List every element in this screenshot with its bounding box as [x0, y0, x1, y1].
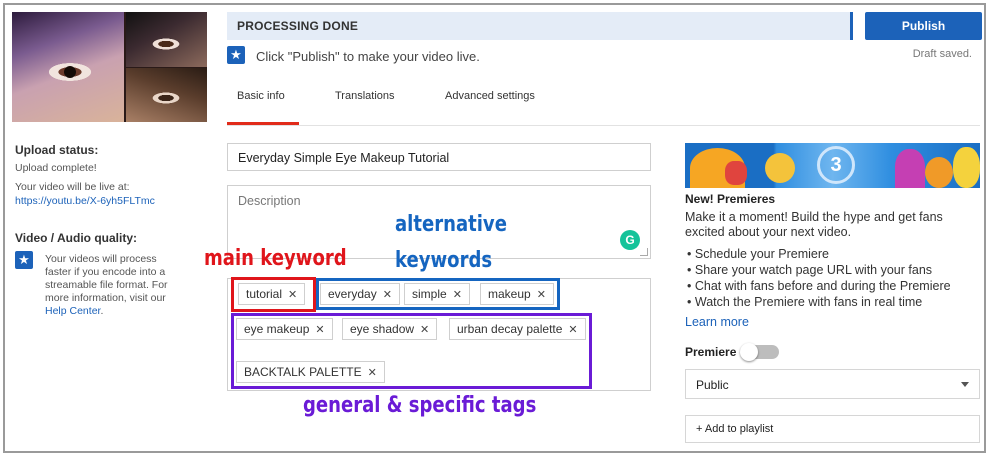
tab-basic-info[interactable]: Basic info	[237, 90, 285, 102]
title-input[interactable]: Everyday Simple Eye Makeup Tutorial	[227, 143, 651, 171]
banner-character	[925, 157, 953, 188]
video-thumbnail[interactable]	[12, 12, 207, 122]
thumbnail-eye-top	[126, 12, 207, 67]
banner-character	[765, 153, 795, 183]
general-tags-highlight	[231, 313, 592, 389]
alternative-keywords-highlight	[316, 278, 560, 310]
live-at-text: Your video will be live at:	[15, 181, 130, 193]
banner-character	[725, 161, 747, 185]
thumbnail-eye-bottom	[126, 68, 207, 122]
draft-status: Draft saved.	[912, 48, 972, 60]
visibility-value: Public	[696, 378, 729, 392]
resize-handle[interactable]	[640, 248, 648, 256]
help-center-link[interactable]: Help Center	[45, 305, 100, 317]
quality-info-text: Your videos will process faster if you e…	[45, 253, 168, 304]
premieres-feature-list: • Schedule your Premiere • Share your wa…	[687, 246, 951, 310]
quality-info: Your videos will process faster if you e…	[45, 253, 180, 318]
banner-character	[895, 149, 925, 188]
upload-status-heading: Upload status:	[15, 143, 99, 157]
banner-character	[953, 147, 980, 188]
description-placeholder: Description	[238, 194, 301, 208]
list-item: • Schedule your Premiere	[687, 247, 829, 261]
processing-status-text: PROCESSING DONE	[237, 19, 359, 33]
alternative-label-line1: alternative	[395, 212, 507, 237]
premiere-toggle[interactable]	[740, 343, 779, 361]
publish-hint: Click "Publish" to make your video live.	[256, 49, 480, 64]
star-icon: ★	[227, 46, 245, 64]
learn-more-link[interactable]: Learn more	[685, 315, 749, 329]
premieres-description: Make it a moment! Build the hype and get…	[685, 210, 943, 239]
video-url-link[interactable]: https://youtu.be/X-6yh5FLTmc	[15, 195, 155, 207]
premieres-banner: 3	[685, 143, 980, 188]
add-to-playlist-button[interactable]: + Add to playlist	[685, 415, 980, 443]
list-item-text: Share your watch page URL with your fans	[694, 263, 933, 277]
processing-status-bar: PROCESSING DONE	[227, 12, 853, 40]
list-item-text: Schedule your Premiere	[694, 247, 829, 261]
star-icon: ★	[15, 251, 33, 269]
upload-complete-text: Upload complete!	[15, 162, 97, 174]
list-item-text: Chat with fans before and during the Pre…	[694, 279, 951, 293]
publish-button[interactable]: Publish	[865, 12, 982, 40]
list-item: • Chat with fans before and during the P…	[687, 279, 951, 293]
visibility-select[interactable]: Public	[685, 369, 980, 399]
countdown-circle: 3	[817, 146, 855, 184]
main-keyword-label: main keyword	[204, 246, 347, 271]
tab-advanced-settings[interactable]: Advanced settings	[445, 90, 535, 102]
quality-info-end: .	[100, 305, 104, 317]
list-item: • Watch the Premiere with fans in real t…	[687, 295, 923, 309]
grammarly-icon[interactable]: G	[620, 230, 640, 250]
caret-down-icon	[961, 382, 969, 387]
main-keyword-highlight	[231, 277, 316, 312]
tab-translations[interactable]: Translations	[335, 90, 395, 102]
alternative-label-line2: keywords	[395, 248, 493, 273]
premieres-title: New! Premieres	[685, 192, 776, 206]
list-item: • Share your watch page URL with your fa…	[687, 263, 933, 277]
tabs-divider	[227, 125, 980, 126]
toggle-knob	[740, 343, 758, 361]
list-item-text: Watch the Premiere with fans in real tim…	[694, 295, 923, 309]
thumbnail-pupil	[64, 66, 76, 78]
quality-heading: Video / Audio quality:	[15, 231, 138, 245]
premiere-label: Premiere	[685, 345, 737, 359]
general-tags-label: general & specific tags	[303, 393, 537, 418]
